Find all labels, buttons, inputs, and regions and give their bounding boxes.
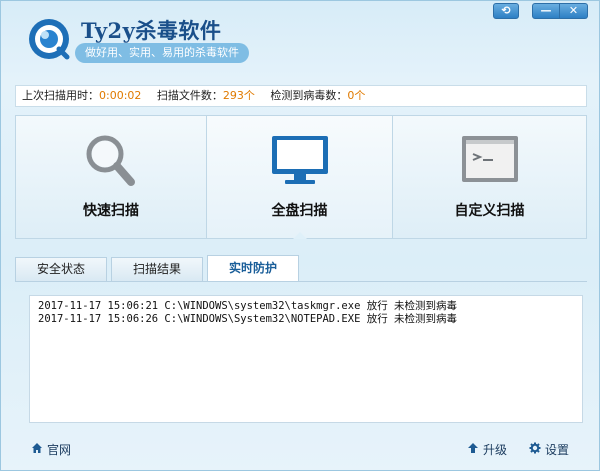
- last-scan-value: 0:00:02: [99, 89, 142, 102]
- monitor-icon: [268, 132, 332, 188]
- full-scan-label: 全盘扫描: [271, 203, 328, 219]
- window-controls: ⟲ — ✕: [493, 3, 588, 19]
- virus-count-value: 0个: [347, 89, 366, 102]
- scan-stats-bar: 上次扫描用时：0:00:02 扫描文件数：293个 检测到病毒数：0个: [15, 85, 587, 107]
- minimize-button[interactable]: —: [532, 3, 560, 19]
- settings-button[interactable]: 设置: [529, 441, 569, 458]
- quick-scan-button[interactable]: 快速扫描: [16, 116, 207, 238]
- quick-scan-label: 快速扫描: [83, 203, 139, 219]
- skin-button[interactable]: ⟲: [493, 3, 519, 19]
- up-arrow-icon: [467, 442, 479, 457]
- app-title: Ty2y杀毒软件: [81, 18, 222, 43]
- custom-scan-button[interactable]: 自定义扫描: [393, 116, 586, 238]
- footer-bar: 官网 升级 设置: [1, 441, 600, 461]
- tab-scan-results[interactable]: 扫描结果: [111, 257, 203, 281]
- app-window: Ty2y杀毒软件 做好用、实用、易用的杀毒软件 ⟲ — ✕ 上次扫描用时：0:0…: [0, 0, 600, 471]
- gear-icon: [529, 442, 541, 457]
- app-logo-icon: [27, 17, 71, 61]
- settings-label: 设置: [544, 443, 569, 457]
- virus-count-label: 检测到病毒数：: [270, 89, 348, 102]
- tab-realtime-protection[interactable]: 实时防护: [207, 255, 299, 281]
- last-scan-label: 上次扫描用时：: [22, 89, 99, 102]
- upgrade-label: 升级: [482, 443, 507, 457]
- footer-actions: 升级 设置: [467, 441, 569, 458]
- scan-buttons-panel: 快速扫描 全盘扫描 自定义扫描: [15, 115, 587, 239]
- app-slogan: 做好用、实用、易用的杀毒软件: [75, 43, 249, 63]
- files-scanned-label: 扫描文件数：: [156, 89, 223, 102]
- log-line: 2017-11-17 15:06:21 C:\WINDOWS\system32\…: [38, 300, 458, 312]
- website-link[interactable]: 官网: [31, 441, 71, 458]
- magnifier-icon: [81, 132, 141, 188]
- upgrade-button[interactable]: 升级: [467, 441, 507, 458]
- full-scan-button[interactable]: 全盘扫描: [207, 116, 393, 239]
- terminal-icon: [458, 132, 522, 188]
- home-icon: [31, 442, 43, 457]
- custom-scan-label: 自定义扫描: [454, 203, 525, 219]
- close-button[interactable]: ✕: [560, 3, 588, 19]
- website-label: 官网: [47, 443, 72, 457]
- tab-divider: [15, 281, 587, 282]
- tab-security-status[interactable]: 安全状态: [15, 257, 107, 281]
- protection-log[interactable]: 2017-11-17 15:06:21 C:\WINDOWS\system32\…: [29, 295, 583, 423]
- tab-bar: 安全状态 扫描结果 实时防护: [15, 255, 299, 281]
- log-line: 2017-11-17 15:06:26 C:\WINDOWS\System32\…: [38, 313, 458, 325]
- active-pointer: [292, 232, 307, 239]
- files-scanned-value: 293个: [222, 89, 255, 102]
